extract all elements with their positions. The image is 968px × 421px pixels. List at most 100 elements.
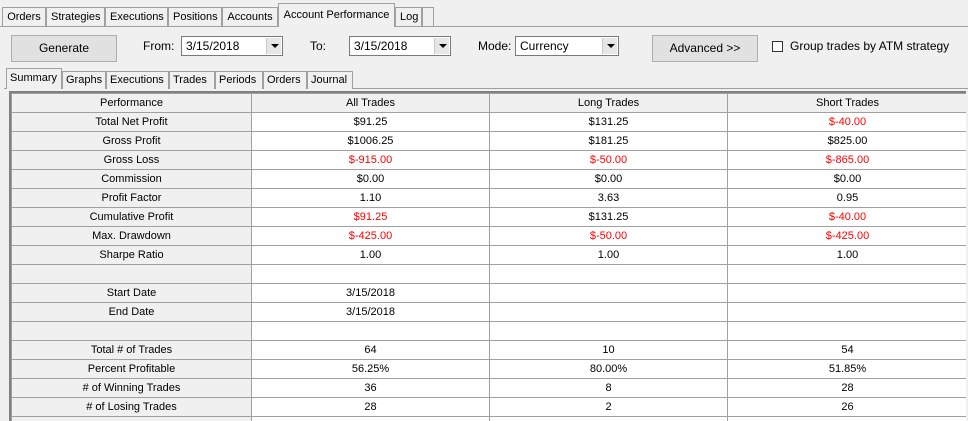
- tab-executions[interactable]: Executions: [105, 7, 168, 26]
- table-cell: $-50.00: [489, 150, 728, 170]
- table-row[interactable]: Total # of Trades 64 10 54: [11, 340, 966, 360]
- column-header-all-trades[interactable]: All Trades: [251, 93, 490, 113]
- table-cell: [489, 283, 728, 303]
- subtab-summary[interactable]: Summary: [6, 68, 62, 89]
- to-date-value: 3/15/2018: [354, 39, 408, 53]
- table-row[interactable]: # of Losing Trades 28 2 26: [11, 397, 966, 417]
- advanced-button[interactable]: Advanced >>: [652, 35, 758, 62]
- subtab-journal[interactable]: Journal: [307, 71, 353, 89]
- table-cell: [489, 321, 728, 341]
- table-cell: [251, 416, 490, 421]
- tab-log[interactable]: Log: [395, 7, 422, 26]
- table-row[interactable]: Sharpe Ratio 1.00 1.00 1.00: [11, 245, 966, 265]
- table-cell: $0.00: [727, 169, 966, 189]
- column-header-long-trades[interactable]: Long Trades: [489, 93, 728, 113]
- row-label: Profit Factor: [11, 188, 252, 208]
- chevron-down-icon[interactable]: [266, 38, 281, 54]
- table-cell: [727, 264, 966, 284]
- table-cell: [727, 283, 966, 303]
- table-cell: $0.00: [489, 169, 728, 189]
- row-label: Sharpe Ratio: [11, 245, 252, 265]
- table-row[interactable]: Profit Factor 1.10 3.63 0.95: [11, 188, 966, 208]
- to-label: To:: [310, 39, 327, 53]
- subtab-graphs[interactable]: Graphs: [62, 71, 106, 89]
- table-cell: 28: [251, 397, 490, 417]
- tab-orders[interactable]: Orders: [2, 7, 46, 26]
- row-label: Total # of Trades: [11, 340, 252, 360]
- header-row: Performance All Trades Long Trades Short…: [11, 93, 966, 113]
- table-cell: 10: [489, 340, 728, 360]
- table-cell: 2: [489, 397, 728, 417]
- subtab-trades[interactable]: Trades: [169, 71, 215, 89]
- subtab-periods[interactable]: Periods: [215, 71, 263, 89]
- mode-label: Mode:: [478, 39, 512, 53]
- summary-grid[interactable]: Performance All Trades Long Trades Short…: [9, 91, 966, 421]
- subtab-executions[interactable]: Executions: [106, 71, 169, 89]
- table-cell: 80.00%: [489, 359, 728, 379]
- chevron-down-icon[interactable]: [434, 38, 449, 54]
- tab-positions[interactable]: Positions: [168, 7, 222, 26]
- table-cell: [727, 302, 966, 322]
- from-date-picker[interactable]: 3/15/2018: [181, 36, 283, 56]
- table-row[interactable]: Gross Profit $1006.25 $181.25 $825.00: [11, 131, 966, 151]
- table-cell: 64: [251, 340, 490, 360]
- table-row[interactable]: Total Net Profit $91.25 $131.25 $-40.00: [11, 112, 966, 132]
- table-row[interactable]: Cumulative Profit $91.25 $131.25 $-40.00: [11, 207, 966, 227]
- table-cell: $825.00: [727, 131, 966, 151]
- tab-strategies[interactable]: Strategies: [46, 7, 105, 26]
- row-label: Gross Loss: [11, 150, 252, 170]
- table-cell: $181.25: [489, 131, 728, 151]
- table-row[interactable]: Max. Drawdown $-425.00 $-50.00 $-425.00: [11, 226, 966, 246]
- row-label: Max. Drawdown: [11, 226, 252, 246]
- table-cell: 51.85%: [727, 359, 966, 379]
- table-row[interactable]: End Date 3/15/2018: [11, 302, 966, 322]
- chevron-down-icon[interactable]: [602, 38, 617, 54]
- column-header-performance[interactable]: Performance: [11, 93, 252, 113]
- table-row[interactable]: Start Date 3/15/2018: [11, 283, 966, 303]
- table-cell: [251, 321, 490, 341]
- table-cell: 8: [489, 378, 728, 398]
- table-row[interactable]: Percent Profitable 56.25% 80.00% 51.85%: [11, 359, 966, 379]
- row-label: Percent Profitable: [11, 359, 252, 379]
- row-label: [11, 416, 252, 421]
- tab-accounts[interactable]: Accounts: [222, 7, 278, 26]
- table-cell: 56.25%: [251, 359, 490, 379]
- table-cell: $-425.00: [727, 226, 966, 246]
- table-cell: $91.25: [251, 112, 490, 132]
- table-row[interactable]: # of Winning Trades 36 8 28: [11, 378, 966, 398]
- row-label: Gross Profit: [11, 131, 252, 151]
- subtab-orders[interactable]: Orders: [263, 71, 307, 89]
- table-cell: $131.25: [489, 207, 728, 227]
- table-cell: 36: [251, 378, 490, 398]
- from-date-value: 3/15/2018: [186, 39, 240, 53]
- mode-select[interactable]: Currency: [515, 36, 619, 56]
- table-cell: 28: [727, 378, 966, 398]
- row-label: Total Net Profit: [11, 112, 252, 132]
- performance-view-tabs: Summary Graphs Executions Trades Periods…: [0, 68, 968, 90]
- table-cell: $0.00: [251, 169, 490, 189]
- table-row[interactable]: [11, 416, 966, 421]
- table-cell: 1.00: [727, 245, 966, 265]
- row-label: # of Winning Trades: [11, 378, 252, 398]
- main-tab-strip: Orders Strategies Executions Positions A…: [0, 0, 968, 30]
- table-cell: 26: [727, 397, 966, 417]
- table-cell: $91.25: [251, 207, 490, 227]
- table-cell: [727, 321, 966, 341]
- to-date-picker[interactable]: 3/15/2018: [349, 36, 451, 56]
- table-row[interactable]: [11, 321, 966, 341]
- table-cell: 1.10: [251, 188, 490, 208]
- table-cell: $-40.00: [727, 207, 966, 227]
- group-trades-checkbox[interactable]: [772, 41, 783, 52]
- generate-button[interactable]: Generate: [11, 35, 117, 62]
- row-label: Cumulative Profit: [11, 207, 252, 227]
- row-label: [11, 264, 252, 284]
- tab-strip-spacer: [422, 7, 434, 26]
- table-cell: 3/15/2018: [251, 302, 490, 322]
- table-row[interactable]: Gross Loss $-915.00 $-50.00 $-865.00: [11, 150, 966, 170]
- table-cell: [489, 302, 728, 322]
- tab-account-performance[interactable]: Account Performance: [278, 3, 395, 27]
- table-row[interactable]: [11, 264, 966, 284]
- table-cell: [489, 416, 728, 421]
- column-header-short-trades[interactable]: Short Trades: [727, 93, 966, 113]
- table-row[interactable]: Commission $0.00 $0.00 $0.00: [11, 169, 966, 189]
